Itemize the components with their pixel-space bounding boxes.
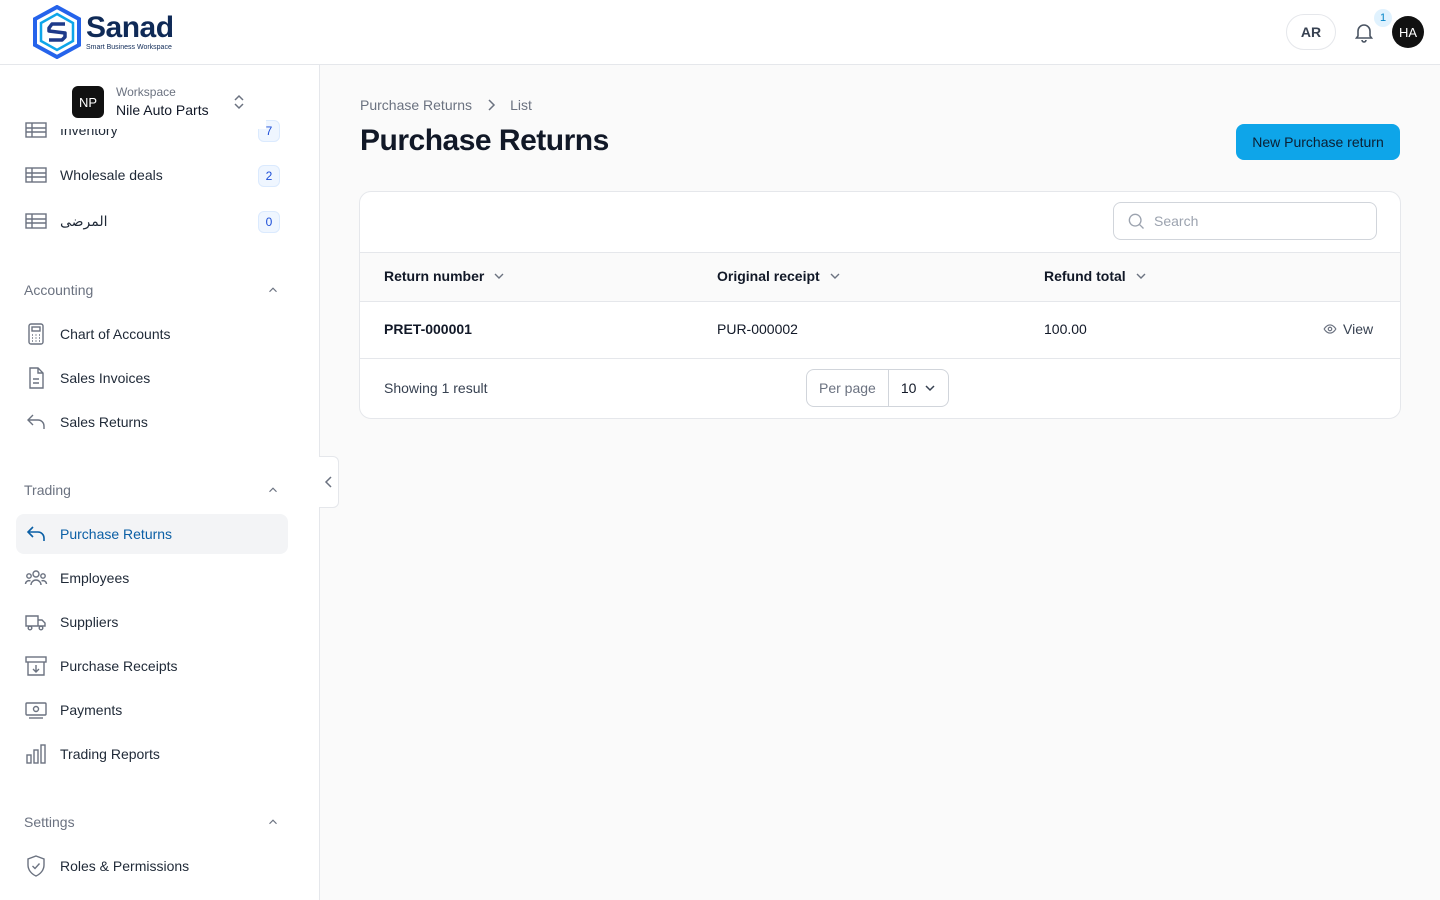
- column-header-return-number[interactable]: Return number: [384, 268, 506, 284]
- chevron-up-down-icon: [234, 94, 244, 110]
- chevron-left-icon: [324, 476, 332, 488]
- breadcrumb: Purchase Returns List: [360, 97, 532, 113]
- count-badge: 0: [258, 211, 280, 233]
- count-badge: 2: [258, 165, 280, 187]
- sidebar-item-label: Chart of Accounts: [60, 326, 171, 342]
- column-header-label: Return number: [384, 268, 485, 284]
- sidebar-item-label: Wholesale deals: [60, 167, 163, 183]
- chevron-down-icon: [925, 385, 935, 392]
- sidebar-item-suppliers[interactable]: Suppliers: [16, 602, 288, 642]
- column-header-label: Original receipt: [717, 268, 820, 284]
- sidebar-group-accounting[interactable]: Accounting: [24, 278, 280, 302]
- table-row[interactable]: PRET-000001 PUR-000002 100.00 View: [360, 302, 1400, 359]
- sidebar-item-label: Purchase Returns: [60, 526, 173, 542]
- sidebar-group-settings[interactable]: Settings: [24, 810, 280, 834]
- page-title: Purchase Returns: [360, 124, 609, 157]
- chevron-down-icon: [830, 273, 840, 279]
- user-avatar[interactable]: HA: [1392, 16, 1424, 48]
- sidebar-group-trading[interactable]: Trading: [24, 478, 280, 502]
- breadcrumb-parent-link[interactable]: Purchase Returns: [360, 97, 472, 113]
- shield-check-icon: [27, 855, 45, 877]
- bell-icon[interactable]: [1352, 20, 1376, 44]
- table-icon: [25, 122, 47, 138]
- cell-refund-total: 100.00: [1044, 321, 1087, 337]
- view-row-button[interactable]: View: [1323, 321, 1373, 337]
- view-label: View: [1343, 321, 1374, 337]
- calculator-icon: [28, 323, 44, 345]
- sidebar: Inventory 7 Wholesale deals 2 المرضى 0 A…: [0, 65, 320, 900]
- column-header-original-receipt[interactable]: Original receipt: [717, 268, 842, 284]
- sidebar-item-sales-returns[interactable]: Sales Returns: [16, 402, 288, 442]
- sidebar-item-label: Sales Invoices: [60, 370, 151, 386]
- table-header: Return number Original receipt Refund to…: [360, 252, 1400, 302]
- undo-arrow-icon: [26, 526, 45, 541]
- sidebar-group-title: Trading: [24, 482, 71, 498]
- sidebar-group-title: Accounting: [24, 282, 94, 298]
- column-header-label: Refund total: [1044, 268, 1126, 284]
- per-page-value[interactable]: 10: [889, 380, 949, 396]
- per-page-select[interactable]: Per page 10: [806, 369, 950, 407]
- workspace-name: Nile Auto Parts: [116, 102, 209, 118]
- sidebar-item-chart-of-accounts[interactable]: Chart of Accounts: [16, 314, 288, 354]
- per-page-selected: 10: [900, 380, 917, 396]
- chevron-down-icon: [1136, 273, 1146, 279]
- new-purchase-return-button[interactable]: New Purchase return: [1236, 124, 1400, 160]
- cell-return-number: PRET-000001: [384, 321, 472, 337]
- brand-name: Sanad: [86, 10, 174, 44]
- search-input[interactable]: [1154, 213, 1364, 229]
- chevron-down-icon: [494, 273, 504, 279]
- sidebar-item-purchase-returns[interactable]: Purchase Returns: [16, 514, 288, 554]
- search-box[interactable]: [1113, 202, 1377, 240]
- brand-logo[interactable]: Sanad Smart Business Workspace: [32, 5, 174, 59]
- sidebar-item-label: Purchase Receipts: [60, 658, 178, 674]
- cell-original-receipt: PUR-000002: [717, 321, 798, 337]
- workspace-avatar: NP: [72, 86, 104, 118]
- sidebar-item-sales-invoices[interactable]: Sales Invoices: [16, 358, 288, 398]
- top-bar: Sanad Smart Business Workspace AR 1 HA: [0, 0, 1440, 65]
- language-toggle-button[interactable]: AR: [1286, 14, 1336, 50]
- sidebar-item-label: Suppliers: [60, 614, 119, 630]
- sanad-logo-icon: [33, 5, 81, 59]
- notification-count-badge: 1: [1374, 9, 1392, 27]
- sidebar-item-label: المرضى: [60, 212, 108, 229]
- sidebar-item-label: Employees: [60, 570, 130, 586]
- chevron-up-icon: [269, 487, 277, 493]
- search-icon: [1128, 213, 1144, 229]
- sidebar-group-title: Settings: [24, 814, 75, 830]
- workspace-switcher[interactable]: NP Workspace Nile Auto Parts: [56, 75, 266, 129]
- table-icon: [25, 167, 47, 183]
- brand-tagline: Smart Business Workspace: [86, 43, 172, 51]
- table-icon: [25, 213, 47, 229]
- truck-icon: [25, 615, 46, 631]
- chevron-up-icon: [269, 819, 277, 825]
- column-header-refund-total[interactable]: Refund total: [1044, 268, 1148, 284]
- sidebar-item-label: Roles & Permissions: [60, 858, 190, 874]
- undo-arrow-icon: [27, 414, 45, 429]
- bar-chart-icon: [26, 744, 46, 764]
- sidebar-collapse-button[interactable]: [319, 456, 339, 508]
- sidebar-item-label: Trading Reports: [60, 746, 160, 762]
- sidebar-item-wholesale-deals[interactable]: Wholesale deals 2: [16, 155, 288, 195]
- banknote-icon: [25, 702, 47, 719]
- result-count: Showing 1 result: [384, 380, 488, 396]
- chevron-up-icon: [269, 287, 277, 293]
- archive-down-icon: [25, 656, 47, 676]
- per-page-label: Per page: [807, 370, 889, 406]
- sidebar-item-purchase-receipts[interactable]: Purchase Receipts: [16, 646, 288, 686]
- sidebar-item-trading-reports[interactable]: Trading Reports: [16, 734, 288, 774]
- eye-icon: [1323, 324, 1337, 334]
- sidebar-item-label: Sales Returns: [60, 414, 148, 430]
- document-icon: [29, 367, 44, 389]
- sidebar-item-patients[interactable]: المرضى 0: [16, 201, 288, 241]
- workspace-label: Workspace: [116, 85, 176, 99]
- users-icon: [24, 570, 48, 586]
- sidebar-item-employees[interactable]: Employees: [16, 558, 288, 598]
- sidebar-item-label: Payments: [60, 702, 123, 718]
- sidebar-item-payments[interactable]: Payments: [16, 690, 288, 730]
- sidebar-item-roles-permissions[interactable]: Roles & Permissions: [16, 846, 288, 886]
- breadcrumb-current: List: [510, 97, 532, 113]
- purchase-returns-table-card: Return number Original receipt Refund to…: [359, 191, 1401, 419]
- chevron-right-icon: [488, 99, 496, 111]
